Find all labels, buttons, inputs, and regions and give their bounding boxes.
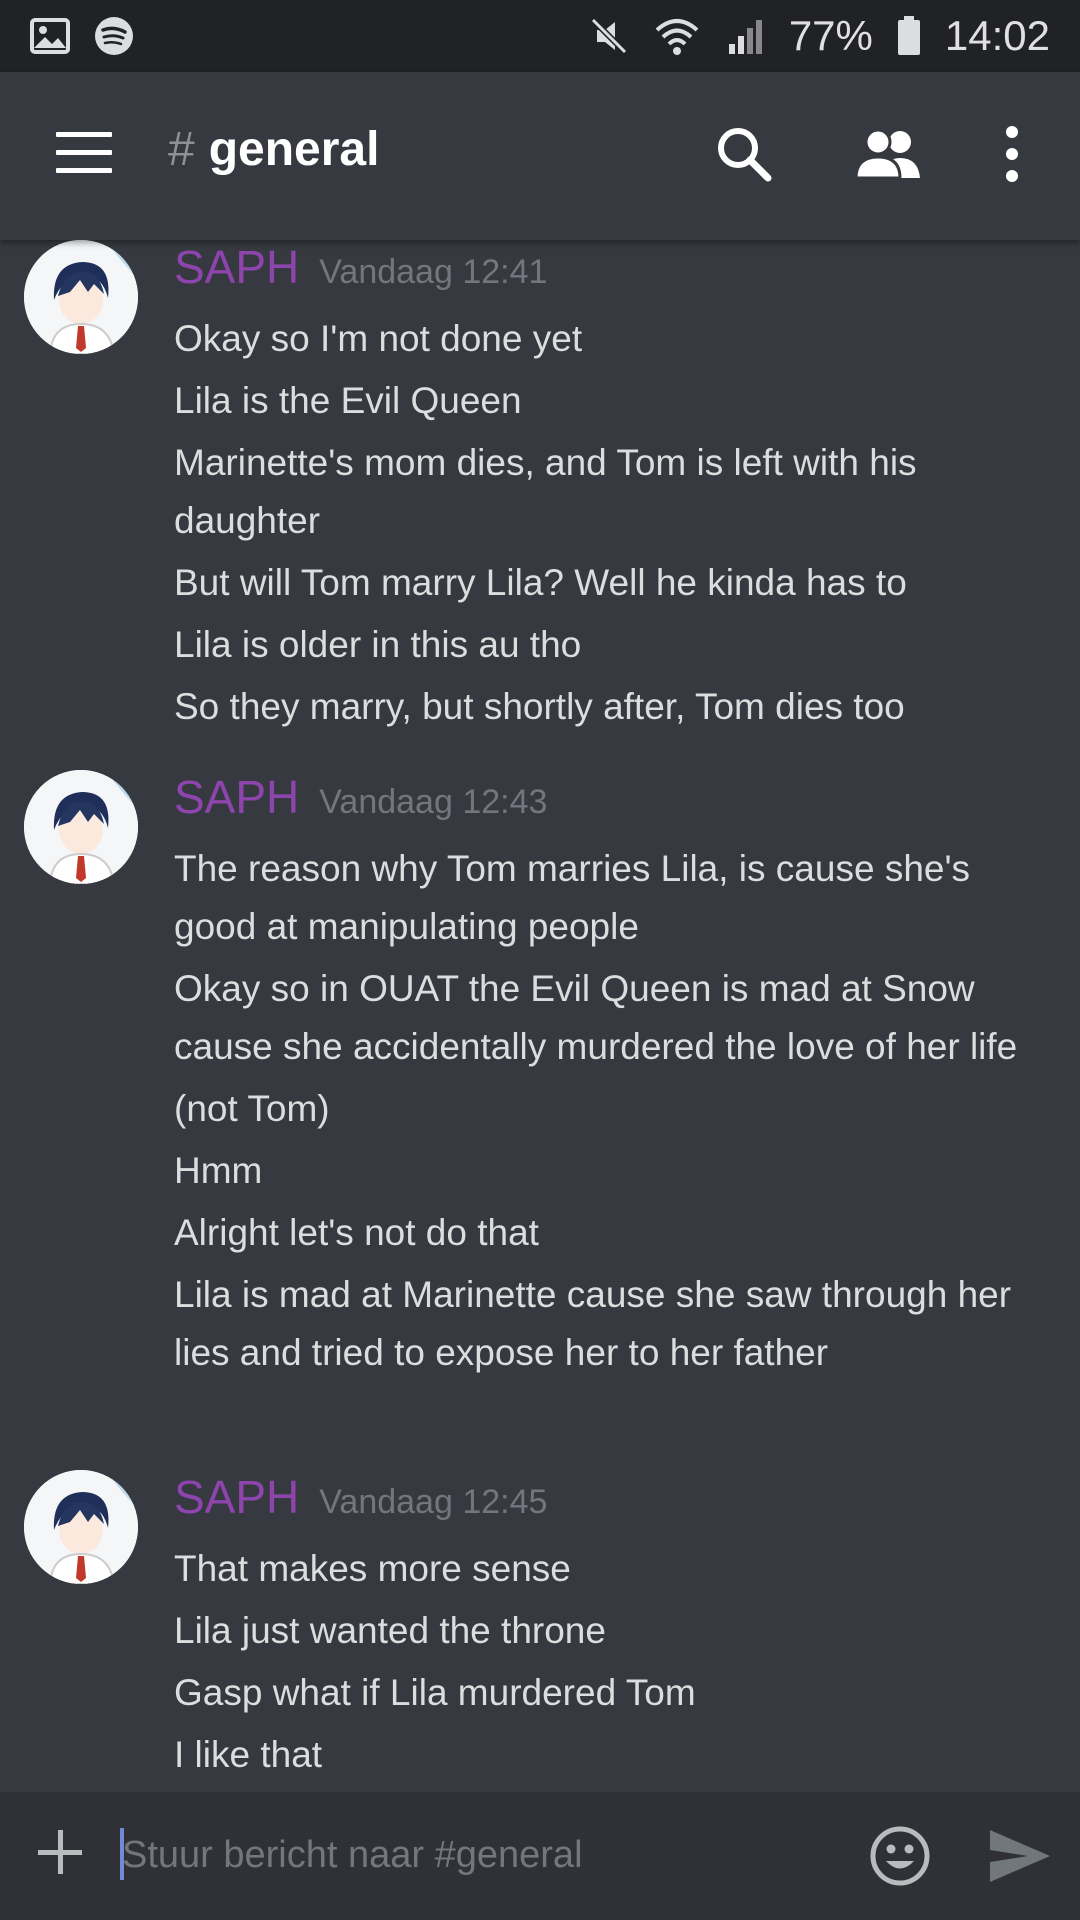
message-text[interactable]: Lila just wanted the throne xyxy=(174,1602,1024,1660)
spotify-icon xyxy=(95,17,133,55)
message-header: SAPH Vandaag 12:41 xyxy=(174,240,547,294)
emoji-icon[interactable] xyxy=(868,1824,932,1888)
avatar[interactable] xyxy=(24,240,138,354)
avatar-image xyxy=(24,770,138,884)
message-text[interactable]: Lila is the Evil Queen xyxy=(174,372,1024,430)
search-icon[interactable] xyxy=(712,122,776,186)
message-text[interactable]: Okay so I'm not done yet xyxy=(174,310,1024,368)
message-list[interactable]: SAPH Vandaag 12:41 Okay so I'm not done … xyxy=(0,240,1080,1792)
menu-icon[interactable] xyxy=(56,132,112,173)
message-text[interactable]: Hmm xyxy=(174,1142,1024,1200)
message-text[interactable]: Lila is mad at Marinette cause she saw t… xyxy=(174,1266,1024,1382)
message-lines: The reason why Tom marries Lila, is caus… xyxy=(174,836,1024,1382)
channel-header: # general xyxy=(0,72,1080,240)
message-text[interactable]: So they marry, but shortly after, Tom di… xyxy=(174,678,1024,736)
clock: 14:02 xyxy=(944,12,1050,59)
username[interactable]: SAPH xyxy=(174,240,299,294)
message-composer xyxy=(0,1792,1080,1920)
wifi-icon xyxy=(655,19,699,55)
message-text[interactable]: Gasp what if Lila murdered Tom xyxy=(174,1664,1024,1722)
channel-name: general xyxy=(208,123,380,176)
battery-percent: 77% xyxy=(788,12,873,59)
send-icon[interactable] xyxy=(988,1828,1052,1884)
signal-icon xyxy=(728,20,762,54)
message-text[interactable]: But will Tom marry Lila? Well he kinda h… xyxy=(174,554,1024,612)
message-text[interactable]: Alright let's not do that xyxy=(174,1204,1024,1262)
message-text[interactable]: I like that xyxy=(174,1726,1024,1784)
more-icon[interactable] xyxy=(996,122,1028,186)
battery-icon xyxy=(897,16,920,55)
message-header: SAPH Vandaag 12:43 xyxy=(174,770,547,824)
avatar[interactable] xyxy=(24,1470,138,1584)
status-bar: 77% 14:02 xyxy=(0,0,1080,72)
members-icon[interactable] xyxy=(852,122,924,186)
channel-title: # general xyxy=(168,122,379,177)
message-text[interactable]: (not Tom) xyxy=(174,1080,1024,1138)
mute-icon xyxy=(590,17,627,55)
hash-icon: # xyxy=(168,123,195,176)
timestamp: Vandaag 12:45 xyxy=(319,1483,548,1521)
message-text[interactable]: Okay so in OUAT the Evil Queen is mad at… xyxy=(174,960,1024,1076)
image-icon xyxy=(30,18,70,54)
message-input[interactable] xyxy=(122,1820,822,1890)
message-text[interactable]: That makes more sense xyxy=(174,1540,1024,1598)
avatar-image xyxy=(24,240,138,354)
timestamp: Vandaag 12:43 xyxy=(319,783,548,821)
message-lines: Okay so I'm not done yet Lila is the Evi… xyxy=(174,306,1024,736)
add-attachment-icon[interactable] xyxy=(36,1828,84,1876)
status-left xyxy=(30,16,134,56)
status-right: 77% 14:02 xyxy=(589,12,1050,60)
message-text[interactable]: Lila is older in this au tho xyxy=(174,616,1024,674)
username[interactable]: SAPH xyxy=(174,1470,299,1524)
message-text[interactable]: Marinette's mom dies, and Tom is left wi… xyxy=(174,434,1024,550)
avatar[interactable] xyxy=(24,770,138,884)
message-text[interactable]: The reason why Tom marries Lila, is caus… xyxy=(174,840,1024,956)
timestamp: Vandaag 12:41 xyxy=(319,253,548,291)
message-lines: That makes more sense Lila just wanted t… xyxy=(174,1536,1024,1784)
message-header: SAPH Vandaag 12:45 xyxy=(174,1470,547,1524)
avatar-image xyxy=(24,1470,138,1584)
username[interactable]: SAPH xyxy=(174,770,299,824)
